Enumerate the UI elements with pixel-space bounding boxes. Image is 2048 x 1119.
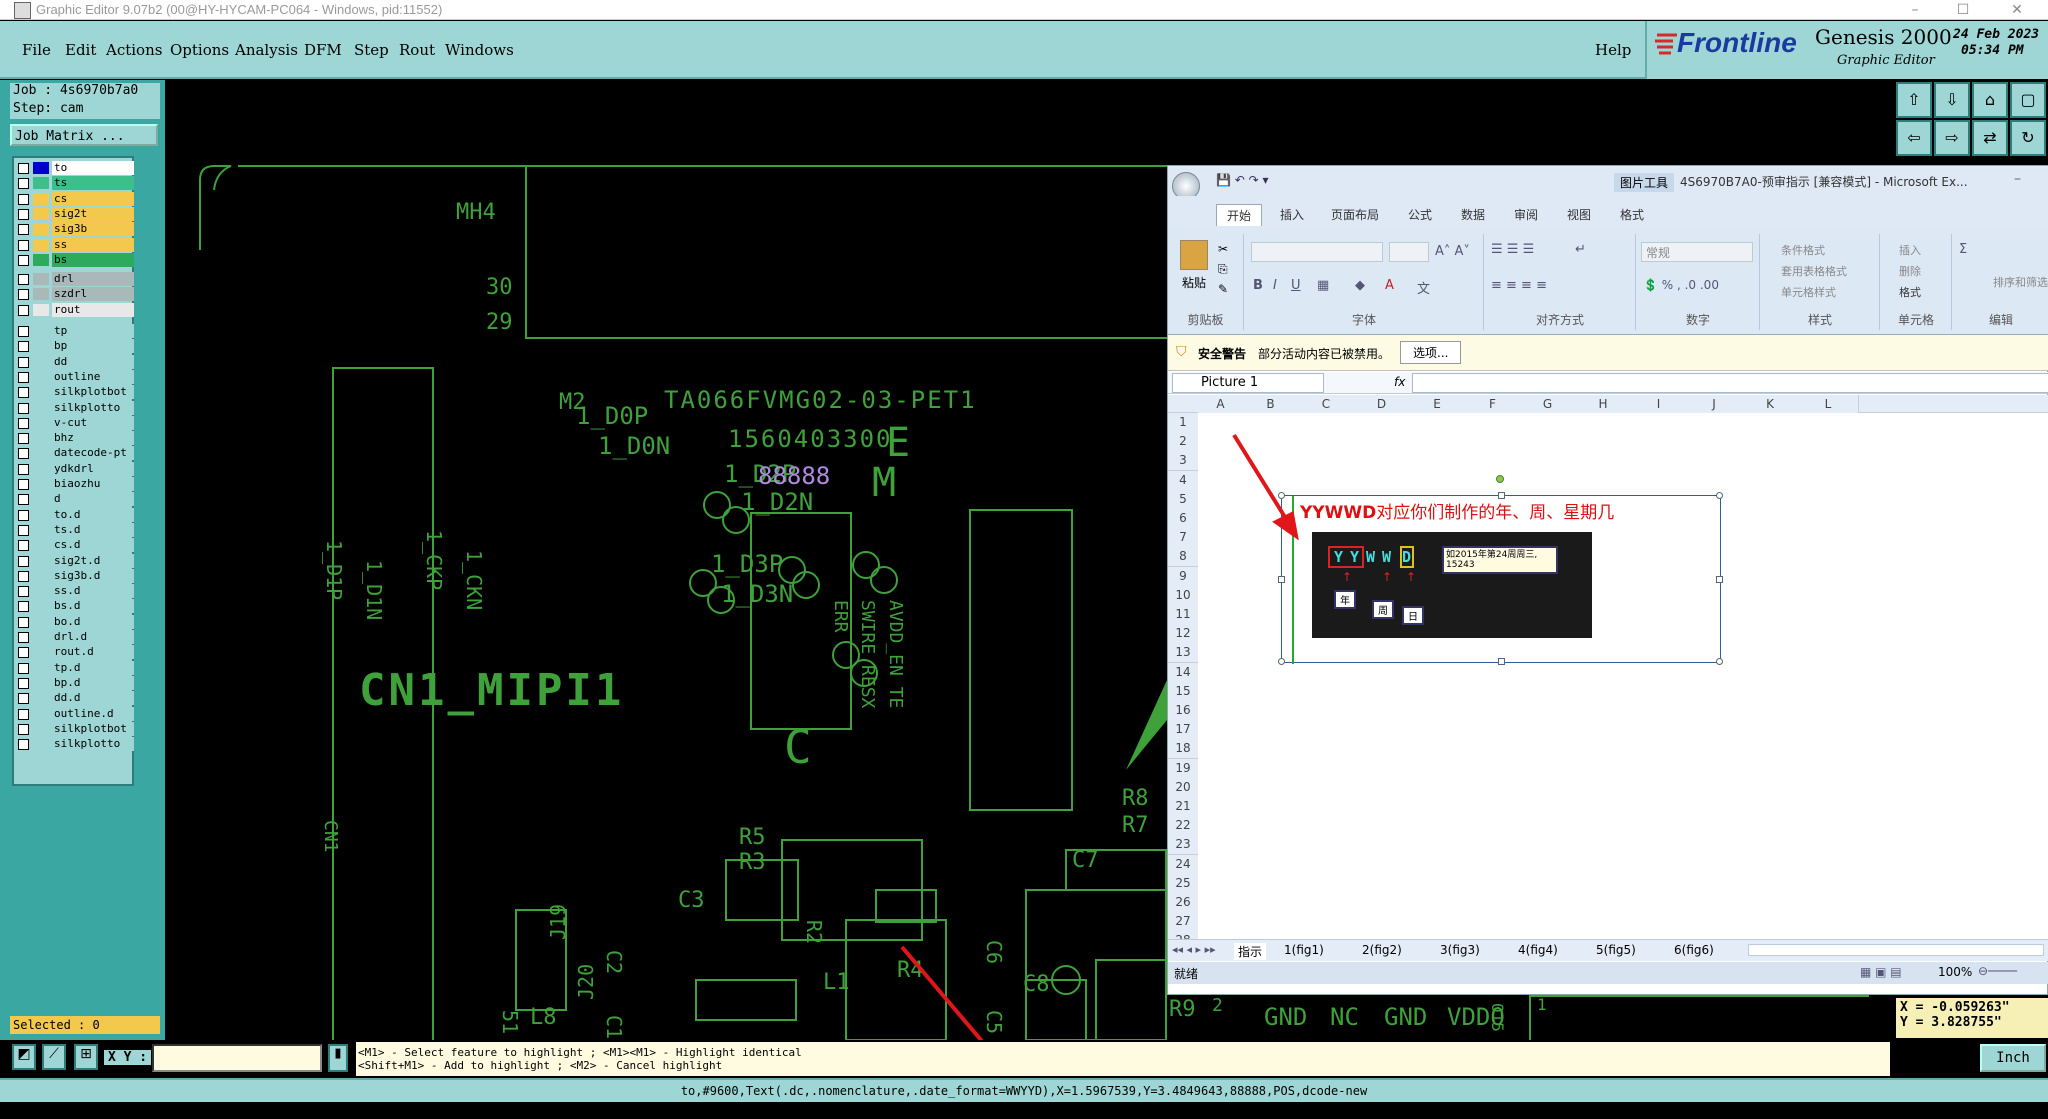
hint-area: <M1> - Select feature to highlight ; <M1…: [356, 1042, 1890, 1076]
xy-input[interactable]: [152, 1044, 322, 1072]
annotation-arrows: [900, 433, 1299, 1077]
measure-icon[interactable]: ⟋: [42, 1044, 66, 1070]
units-button[interactable]: Inch: [1980, 1044, 2046, 1072]
snap-icon[interactable]: ⊞: [74, 1044, 98, 1070]
xy-label: X Y :: [104, 1050, 152, 1065]
feature-info-bar: to,#9600,Text(.dc,.nomenclature,.date_fo…: [0, 1078, 2048, 1102]
hint-line-2: <Shift+M1> - Add to highlight ; <M2> - C…: [358, 1059, 723, 1072]
info-icon[interactable]: ▮: [328, 1044, 348, 1072]
command-area: ◩ ⟋ ⊞ X Y : ▮ <M1> - Select feature to h…: [0, 1040, 2048, 1078]
select-mode-icon[interactable]: ◩: [12, 1044, 36, 1070]
hint-line-1: <M1> - Select feature to highlight ; <M1…: [358, 1046, 802, 1059]
